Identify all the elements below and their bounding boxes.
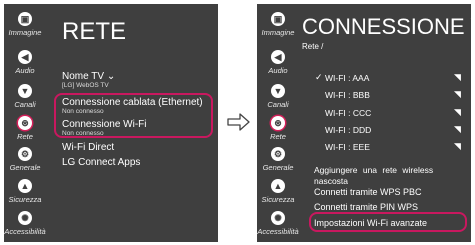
breadcrumb: Rete / [302, 42, 324, 51]
sidebar-item-accessibilita[interactable]: ✺ Accessibilità [257, 211, 299, 236]
image-icon: ▣ [18, 12, 32, 26]
sidebar-item-label: Generale [262, 163, 294, 172]
wifi-connection-panel: ▣ Immagine ◀ Audio ▼ Canali ⊛ Rete ⚙ Gen… [257, 4, 471, 242]
highlight-frame [54, 93, 213, 138]
sidebar-item-generale[interactable]: ⚙ Generale [257, 147, 299, 172]
sidebar-item-sicurezza[interactable]: ▲ Sicurezza [4, 179, 46, 204]
channels-icon: ▼ [271, 84, 285, 98]
wps-pin-button[interactable]: Connetti tramite PIN WPS [314, 202, 418, 212]
network-icon: ⊛ [18, 116, 32, 130]
wps-pbc-button[interactable]: Connetti tramite WPS PBC [314, 187, 422, 197]
menu-item-wifi-direct[interactable]: Wi-Fi Direct [62, 142, 114, 153]
sidebar-item-sicurezza[interactable]: ▲ Sicurezza [257, 179, 299, 204]
settings-sidebar: ▣ Immagine ◀ Audio ▼ Canali ⊛ Rete ⚙ Gen… [4, 4, 46, 242]
general-icon: ⚙ [18, 147, 32, 161]
menu-item-sub: [LG] WebOS TV [62, 82, 109, 89]
wifi-signal-icon: ◥ [454, 124, 461, 134]
menu-item-label: LG Connect Apps [62, 157, 141, 168]
sidebar-item-label: Sicurezza [261, 195, 295, 204]
accessibility-icon: ✺ [271, 211, 285, 225]
sidebar-item-label: Rete [17, 132, 33, 141]
add-hidden-network-button[interactable]: Aggiungere una rete wireless nascosta [314, 165, 466, 187]
channels-icon: ▼ [18, 84, 32, 98]
sidebar-item-label: Immagine [261, 28, 295, 37]
menu-item-label: Nome TV [62, 71, 105, 82]
sidebar-item-accessibilita[interactable]: ✺ Accessibilità [4, 211, 46, 236]
sidebar-item-label: Accessibilità [4, 227, 46, 236]
image-icon: ▣ [271, 12, 285, 26]
wifi-signal-icon: ◥ [454, 89, 461, 99]
sidebar-item-audio[interactable]: ◀ Audio [4, 50, 46, 75]
settings-sidebar: ▣ Immagine ◀ Audio ▼ Canali ⊛ Rete ⚙ Gen… [257, 4, 299, 242]
wifi-network-item[interactable]: WI-FI : AAA [325, 73, 369, 83]
network-settings-panel: ▣ Immagine ◀ Audio ▼ Canali ⊛ Rete ⚙ Gen… [4, 4, 218, 242]
sidebar-item-rete[interactable]: ⊛ Rete [4, 116, 46, 141]
general-icon: ⚙ [271, 147, 285, 161]
sidebar-item-label: Audio [268, 66, 288, 75]
menu-item-label: Wi-Fi Direct [62, 142, 115, 153]
sidebar-item-label: Accessibilità [257, 227, 299, 236]
page-title: RETE [62, 18, 127, 45]
highlight-frame [309, 212, 467, 232]
audio-icon: ◀ [271, 50, 285, 64]
wifi-network-item[interactable]: WI-FI : EEE [325, 142, 370, 152]
sidebar-item-immagine[interactable]: ▣ Immagine [257, 12, 299, 37]
lock-icon: ▲ [271, 179, 285, 193]
audio-icon: ◀ [18, 50, 32, 64]
wifi-network-item[interactable]: WI-FI : CCC [325, 108, 371, 118]
sidebar-item-label: Sicurezza [8, 195, 42, 204]
sidebar-item-immagine[interactable]: ▣ Immagine [4, 12, 46, 37]
sidebar-item-rete[interactable]: ⊛ Rete [257, 116, 299, 141]
sidebar-item-generale[interactable]: ⚙ Generale [4, 147, 46, 172]
check-icon: ✓ [315, 72, 323, 82]
lock-icon: ▲ [18, 179, 32, 193]
sidebar-item-canali[interactable]: ▼ Canali [257, 84, 299, 109]
chevron-down-icon: ⌄ [106, 71, 116, 82]
page-title: CONNESSIONE WI-F [302, 14, 471, 39]
sidebar-item-label: Generale [9, 163, 41, 172]
menu-item-lg-connect-apps[interactable]: LG Connect Apps [62, 157, 140, 168]
wifi-signal-icon: ◥ [454, 72, 461, 82]
wifi-signal-icon: ◥ [454, 107, 461, 117]
sidebar-item-label: Immagine [8, 28, 42, 37]
network-icon: ⊛ [271, 116, 285, 130]
arrow-right-icon [227, 113, 250, 131]
menu-item-tv-name[interactable]: Nome TV ⌄ [LG] WebOS TV [62, 71, 115, 89]
sidebar-item-label: Canali [14, 100, 36, 109]
accessibility-icon: ✺ [18, 211, 32, 225]
sidebar-item-canali[interactable]: ▼ Canali [4, 84, 46, 109]
wifi-network-item[interactable]: WI-FI : BBB [325, 90, 370, 100]
sidebar-item-label: Audio [15, 66, 35, 75]
sidebar-item-label: Canali [267, 100, 289, 109]
sidebar-item-audio[interactable]: ◀ Audio [257, 50, 299, 75]
sidebar-item-label: Rete [270, 132, 286, 141]
wifi-network-item[interactable]: WI-FI : DDD [325, 125, 371, 135]
wifi-signal-icon: ◥ [454, 141, 461, 151]
